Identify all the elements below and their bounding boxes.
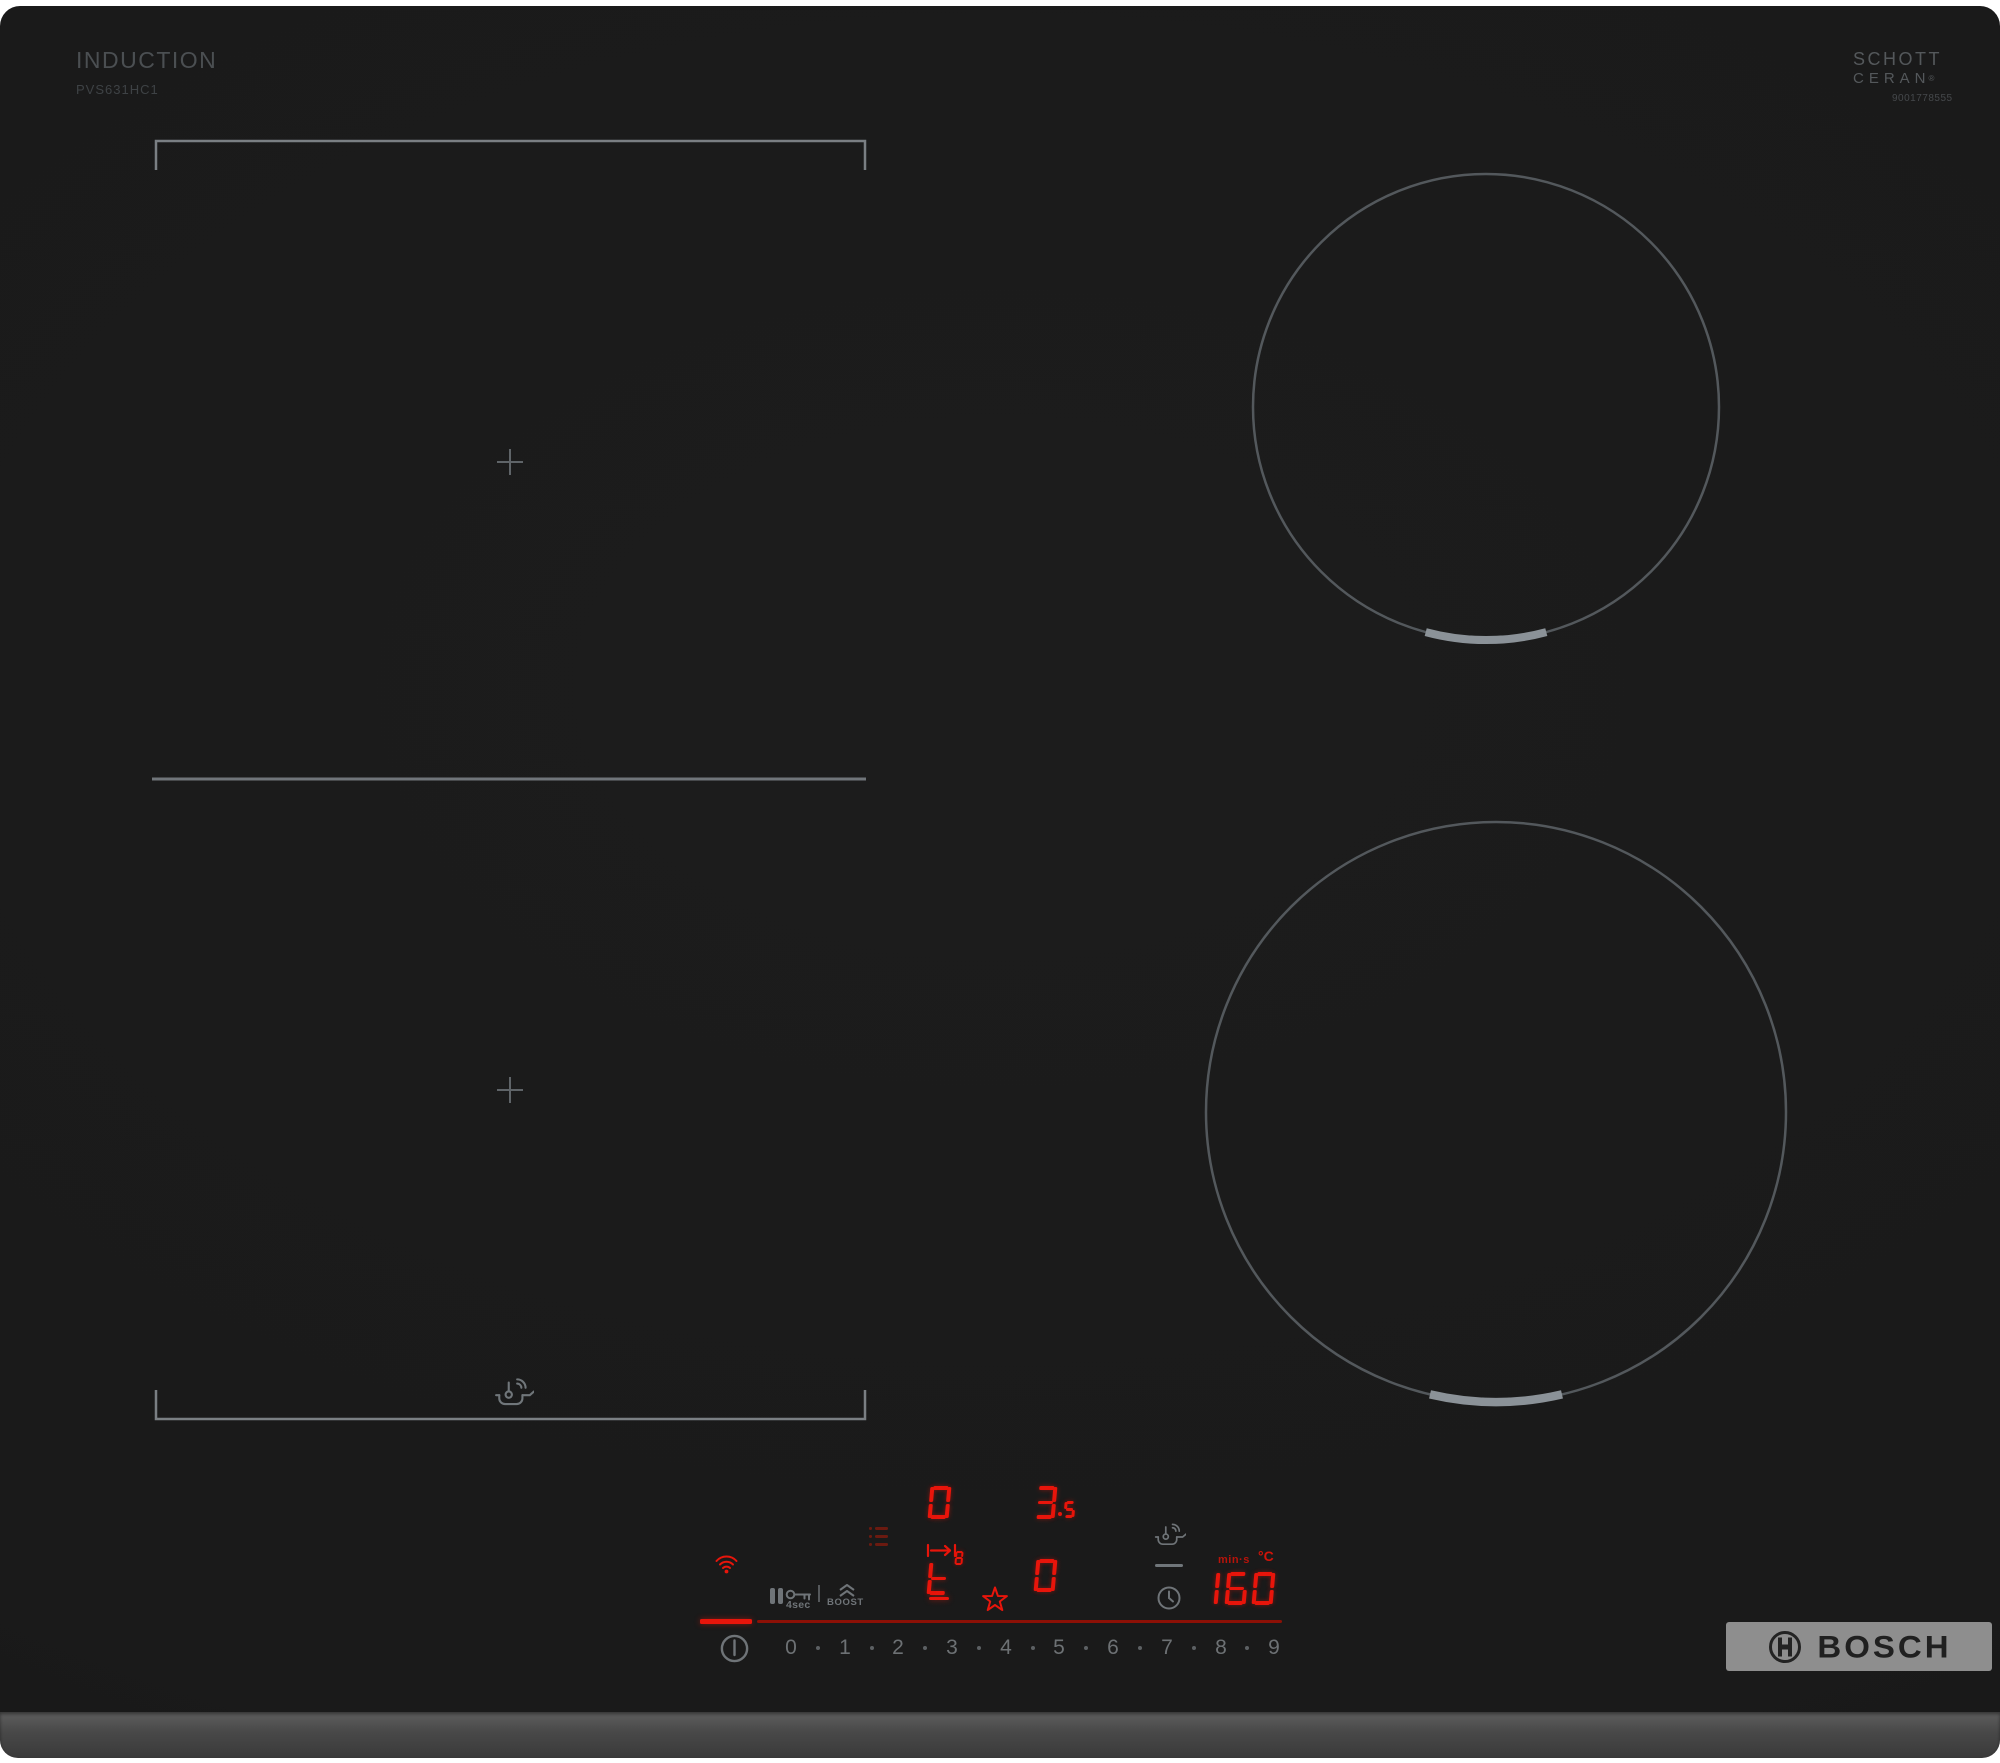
scale-number-9[interactable]: 9: [1262, 1636, 1286, 1660]
cooking-sensor-icon-zone: [495, 1378, 534, 1406]
scale-number-8[interactable]: 8: [1209, 1636, 1233, 1660]
bosch-logo-text: BOSCH: [1817, 1628, 1952, 1664]
zone-center-cross-bottom: [497, 1077, 523, 1103]
scale-dot: [816, 1646, 820, 1650]
sensor-underline: [1155, 1564, 1183, 1567]
power-level-display[interactable]: [1035, 1486, 1058, 1519]
cooking-zone-layer: [152, 139, 1788, 1421]
left-zone-level-display[interactable]: [927, 1486, 952, 1519]
cooking-zone-right-top: [1251, 172, 1721, 642]
transfer-indicator-display[interactable]: [926, 1562, 949, 1595]
power-level-decimal-dot: [1058, 1512, 1062, 1516]
scale-dot: [1192, 1646, 1196, 1650]
cooking-zone-right-bottom: [1204, 820, 1788, 1404]
pause-icon[interactable]: [778, 1588, 783, 1604]
zone-center-cross-top: [497, 449, 523, 475]
cooking-sensor-icon-panel[interactable]: [1154, 1520, 1186, 1549]
move-pan-arrow-icon[interactable]: [926, 1543, 957, 1558]
panel-divider: [818, 1585, 820, 1602]
transfer-underline: [929, 1597, 949, 1600]
right-zone-level-display[interactable]: [1033, 1559, 1058, 1592]
scale-dot: [1245, 1646, 1249, 1650]
scale-dot: [1138, 1646, 1142, 1650]
scale-number-6[interactable]: 6: [1101, 1636, 1125, 1660]
flex-zone-top-bracket: [154, 139, 867, 170]
power-level-fraction: [1064, 1501, 1075, 1519]
scale-dot: [1084, 1646, 1088, 1650]
zone-front-marker-bottom: [1429, 1390, 1563, 1407]
bosch-badge: BOSCH: [1726, 1622, 1992, 1671]
pause-icon[interactable]: [770, 1588, 775, 1604]
scale-number-7[interactable]: 7: [1155, 1636, 1179, 1660]
scale-number-2[interactable]: 2: [886, 1636, 910, 1660]
favorite-star-icon[interactable]: [981, 1585, 1009, 1613]
power-button[interactable]: [719, 1633, 750, 1664]
scale-number-5[interactable]: 5: [1047, 1636, 1071, 1660]
bosch-emblem-icon: [1769, 1630, 1802, 1663]
scale-number-3[interactable]: 3: [940, 1636, 964, 1660]
menu-icon[interactable]: [869, 1527, 888, 1547]
boost-label[interactable]: BOOST: [827, 1597, 864, 1608]
scale-dot: [923, 1646, 927, 1650]
transfer-mini-digit: [954, 1551, 964, 1569]
timer-display[interactable]: [1198, 1572, 1276, 1605]
zone-front-marker-top: [1424, 628, 1548, 645]
scale-dot: [1031, 1646, 1035, 1650]
boost-chevron-icon[interactable]: [838, 1584, 856, 1597]
temp-unit-label: °C: [1258, 1548, 1274, 1564]
level-slider-track[interactable]: [757, 1620, 1282, 1623]
wifi-icon: [715, 1555, 738, 1574]
level-slider-active-segment[interactable]: [700, 1619, 752, 1624]
scale-number-1[interactable]: 1: [833, 1636, 857, 1660]
scale-number-4[interactable]: 4: [994, 1636, 1018, 1660]
scale-number-0[interactable]: 0: [779, 1636, 803, 1660]
timer-clock-icon[interactable]: [1156, 1585, 1182, 1611]
childlock-label[interactable]: 4sec: [786, 1599, 811, 1611]
scale-dot: [977, 1646, 981, 1650]
induction-hob: INDUCTION PVS631HC1 SCHOTT CERAN® 900177…: [0, 0, 2000, 1763]
scale-dot: [870, 1646, 874, 1650]
timer-unit-label: min·s: [1218, 1554, 1250, 1566]
